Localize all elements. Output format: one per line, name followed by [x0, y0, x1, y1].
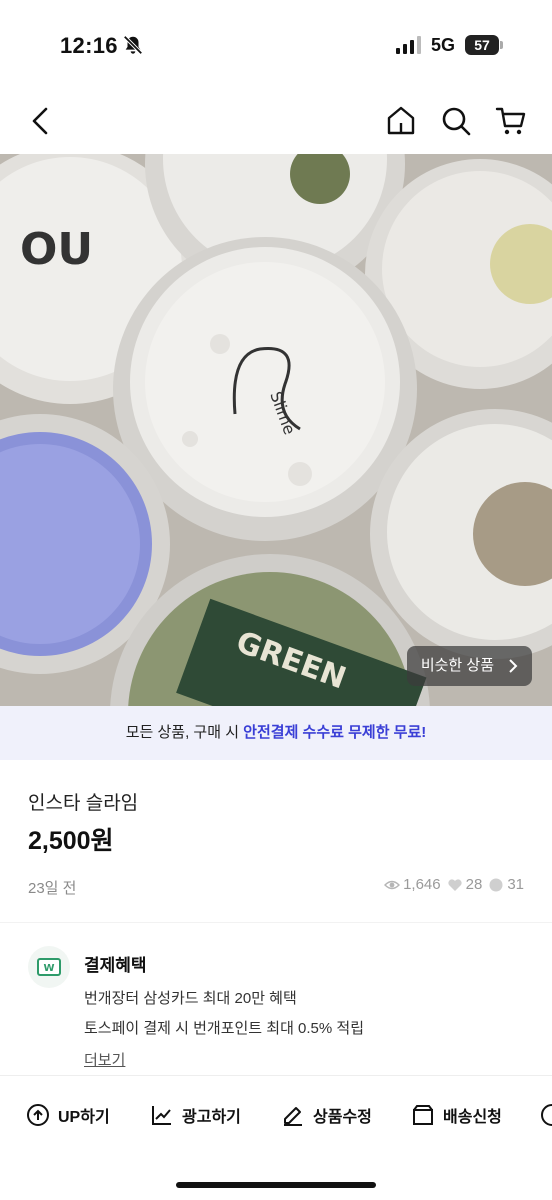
battery-tip — [500, 41, 503, 49]
battery-icon: 57 — [465, 35, 499, 55]
status-time: 12:16 — [60, 33, 118, 58]
back-arrow-icon[interactable] — [24, 104, 58, 138]
ad-label: 광고하기 — [182, 1109, 241, 1126]
product-image[interactable]: OU Slime GREEN 비슷한 상품 — [0, 154, 552, 706]
likes-count: 28 — [465, 876, 483, 893]
more-link[interactable]: 더보기 — [84, 1049, 125, 1070]
chat-bubble-icon — [489, 878, 503, 891]
box-icon — [413, 1105, 433, 1125]
slime-photo-illustration: OU Slime GREEN — [0, 154, 552, 706]
edit-product-button[interactable]: 상품수정 — [281, 1103, 372, 1127]
nav-bar — [0, 90, 552, 154]
up-button[interactable]: UP하기 — [26, 1103, 110, 1127]
benefit-line-samsung: 번개장터 삼성카드 최대 20만 혜택 — [84, 990, 297, 1007]
trend-chart-icon — [152, 1106, 171, 1125]
cart-icon[interactable] — [494, 104, 528, 138]
benefit-title: 결제혜택 — [84, 956, 147, 975]
bottom-toolbar: UP하기 광고하기 상품수정 배송신청 — [0, 1075, 552, 1155]
product-price: 2,500원 — [28, 827, 114, 855]
arrow-up-circle-icon — [27, 1104, 49, 1126]
views-count: 1,646 — [403, 876, 441, 893]
chats-stat: 31 — [488, 876, 524, 893]
home-icon[interactable] — [384, 104, 418, 138]
similar-products-label: 비슷한 상품 — [420, 657, 494, 674]
signal-icon — [396, 36, 421, 54]
edit-icon — [284, 1107, 302, 1126]
delivery-request-button[interactable]: 배송신청 — [411, 1103, 502, 1127]
network-type: 5G — [431, 35, 456, 55]
product-stats: 1,646 28 31 — [384, 876, 524, 893]
safe-payment-banner[interactable]: 모든 상품, 구매 시 안전결제 수수료 무제한 무료! — [0, 706, 552, 760]
payment-benefit-icon: W — [28, 946, 70, 988]
section-divider — [0, 922, 552, 932]
banner-highlight: 안전결제 수수료 무제한 무료! — [243, 724, 427, 741]
home-indicator — [176, 1182, 376, 1188]
svg-text:OU: OU — [20, 224, 93, 275]
banner-prefix: 모든 상품, 구매 시 — [125, 724, 244, 741]
svg-text:W: W — [43, 963, 54, 974]
product-title: 인스타 슬라임 — [28, 793, 139, 814]
more-tool-button[interactable] — [540, 1103, 552, 1127]
benefit-line-toss: 토스페이 결제 시 번개포인트 최대 0.5% 적립 — [84, 1020, 364, 1037]
heart-icon — [448, 878, 462, 891]
status-bar: 12:16 5G 57 — [0, 0, 552, 90]
views-stat: 1,646 — [384, 876, 441, 893]
eye-icon — [384, 880, 401, 889]
chevron-right-icon — [509, 659, 518, 673]
bell-off-icon — [123, 35, 143, 55]
up-label: UP하기 — [58, 1109, 110, 1126]
likes-stat: 28 — [447, 876, 483, 893]
circle-icon — [541, 1104, 552, 1126]
search-icon[interactable] — [439, 104, 473, 138]
chats-count: 31 — [507, 876, 524, 893]
ad-button[interactable]: 광고하기 — [150, 1103, 241, 1127]
delivery-label: 배송신청 — [443, 1109, 502, 1126]
similar-products-button[interactable]: 비슷한 상품 — [406, 646, 532, 686]
posted-time: 23일 전 — [28, 880, 77, 897]
edit-label: 상품수정 — [313, 1109, 372, 1126]
